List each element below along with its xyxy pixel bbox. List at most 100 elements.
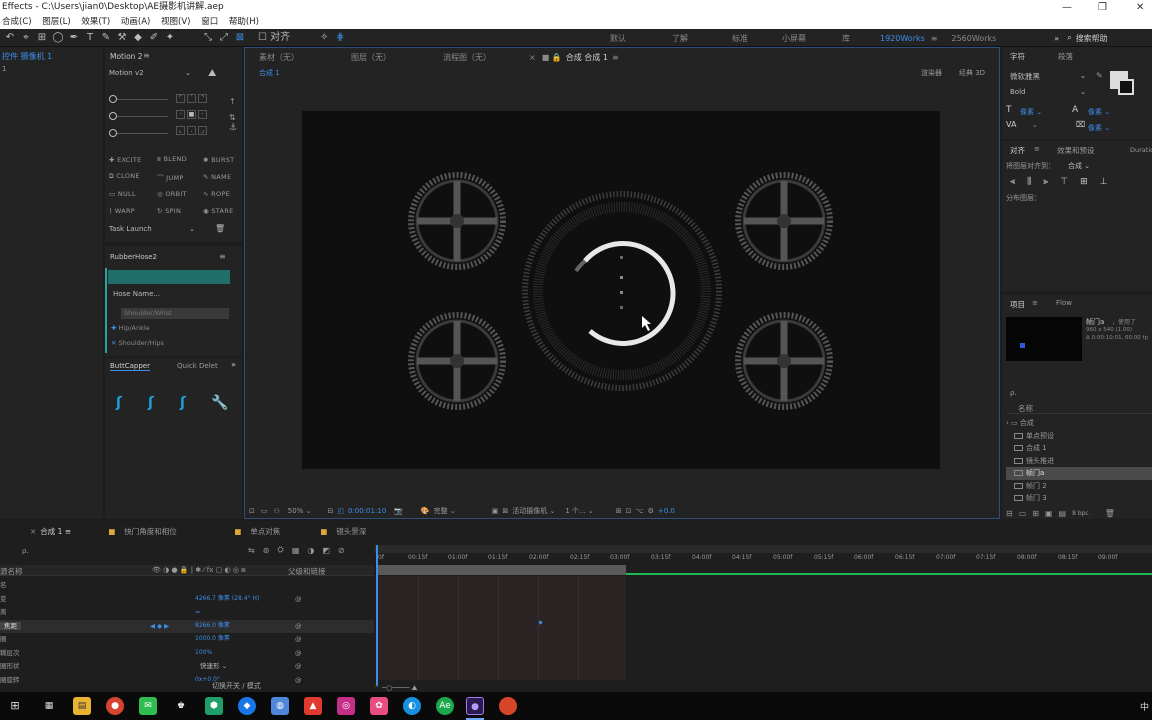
- quality-dropdown[interactable]: 完整 ⌄: [434, 506, 456, 516]
- close-icon[interactable]: ×: [529, 53, 536, 62]
- hose-name-field[interactable]: Hose Name...: [113, 290, 228, 301]
- monitor-icon[interactable]: ▭: [261, 507, 268, 515]
- keyframe-area[interactable]: [378, 576, 626, 680]
- wrench-icon[interactable]: 🔧: [211, 395, 228, 411]
- app-circle-icon[interactable]: Ae: [436, 697, 454, 715]
- footage-tab[interactable]: 素材（无）: [259, 52, 351, 63]
- property-row[interactable]: 圈旋转 0x+0.0° @: [0, 674, 374, 688]
- draft-3d-icon[interactable]: ⊛: [263, 546, 270, 555]
- work-area-bar[interactable]: [374, 545, 1152, 553]
- search-help-field[interactable]: 搜索帮助: [1076, 33, 1108, 44]
- project-row[interactable]: 帧门 3: [1006, 492, 1152, 505]
- transparency-icon[interactable]: ⊠: [502, 507, 508, 515]
- minimize-button[interactable]: —: [1062, 0, 1072, 15]
- app-red-icon[interactable]: ▲: [304, 697, 322, 715]
- file-explorer-icon[interactable]: ▤: [73, 697, 91, 715]
- grid-icon[interactable]: ◰: [337, 507, 344, 515]
- project-row[interactable]: › ▭ 合成: [1006, 417, 1152, 430]
- cap-round-icon[interactable]: ʃ: [148, 395, 154, 411]
- overflow-icon[interactable]: »: [231, 360, 236, 369]
- menu-layer[interactable]: 图层(L): [42, 17, 70, 27]
- slider-3[interactable]: [109, 129, 168, 137]
- camera-tool-icon[interactable]: ⌖: [20, 32, 32, 44]
- flow-tab[interactable]: Flow: [1056, 299, 1072, 307]
- close-button[interactable]: ✕: [1136, 0, 1144, 15]
- mask-icon[interactable]: ⚇: [274, 507, 280, 515]
- timeline-tab-shutter[interactable]: 快门角度和相位: [124, 526, 234, 537]
- app-blue-icon[interactable]: ◍: [271, 697, 289, 715]
- project-row-selected[interactable]: 帧门a: [1006, 467, 1152, 480]
- exposure-value[interactable]: +0.0: [658, 507, 675, 515]
- buttcapper-tab[interactable]: ButtCapper: [110, 362, 150, 371]
- new-comp-icon[interactable]: ⊞: [1032, 509, 1039, 518]
- cap-butt-icon[interactable]: ʃ: [116, 395, 122, 411]
- menu-effect[interactable]: 效果(T): [81, 17, 110, 27]
- font-size-field[interactable]: 像素 ⌄: [1020, 107, 1042, 117]
- slider-2[interactable]: [109, 112, 168, 120]
- preview-icon[interactable]: ⊡: [249, 507, 255, 515]
- project-col-name[interactable]: 名称: [1006, 403, 1152, 414]
- time-ruler[interactable]: 0f 00:15f 01:00f 01:15f 02:00f 02:15f 03…: [374, 553, 1152, 565]
- new-folder-icon[interactable]: ▭: [1019, 509, 1027, 518]
- eyedropper-icon[interactable]: ✎: [1096, 71, 1103, 80]
- viewer-breadcrumb[interactable]: 合成 1: [259, 68, 280, 78]
- safe-zone-icon[interactable]: ⊟: [327, 507, 333, 515]
- flowchart-icon[interactable]: ⌥: [636, 507, 644, 515]
- excite-button[interactable]: ✚ EXCITE: [109, 156, 157, 164]
- hip-ankle-option[interactable]: ✚ Hip/Ankle: [111, 324, 150, 332]
- brush-tool-icon[interactable]: ✎: [100, 32, 112, 44]
- leading-field[interactable]: 像素 ⌄: [1088, 107, 1110, 117]
- workspace-menu-icon[interactable]: ≡: [931, 34, 938, 43]
- motion-blur-icon[interactable]: ◑: [307, 546, 314, 555]
- timecode[interactable]: 0:00:01:10: [348, 507, 386, 515]
- frame-blend-icon[interactable]: ▦: [292, 546, 300, 555]
- font-style-dropdown[interactable]: Bold ⌄: [1010, 88, 1086, 96]
- rubberhose-menu-icon[interactable]: ≡: [219, 252, 226, 261]
- property-row[interactable]: 圈形状 快速形 ⌄ @: [0, 660, 374, 674]
- viewer-menu-icon[interactable]: ≡: [612, 53, 619, 62]
- font-family-dropdown[interactable]: 微软雅黑 ⌄: [1010, 71, 1086, 82]
- interpret-icon[interactable]: ⊟: [1006, 509, 1013, 518]
- null-button[interactable]: ▭ NULL: [109, 190, 157, 198]
- qq-icon[interactable]: ♚: [172, 697, 190, 715]
- align-checkbox[interactable]: ☐ 对齐: [258, 32, 290, 44]
- anchor-icon[interactable]: ⚓: [229, 123, 237, 133]
- view-axis-icon[interactable]: ⊠: [234, 32, 246, 44]
- bit-depth[interactable]: 8 bpc: [1072, 510, 1089, 517]
- menu-window[interactable]: 窗口: [201, 17, 218, 27]
- local-axis-icon[interactable]: ⤡: [202, 32, 214, 44]
- tracking-field[interactable]: 像素 ⌄: [1088, 123, 1110, 133]
- timeline-search[interactable]: ρ.: [22, 547, 172, 555]
- lock-icon[interactable]: ■ 🔒: [542, 53, 562, 62]
- property-row[interactable]: 圈 1000.0 像素 @: [0, 633, 374, 647]
- property-row-selected[interactable]: 焦距 ◀ ◆ ▶ 8266.0 像素 @: [0, 619, 374, 633]
- shy-icon[interactable]: ⛭: [277, 545, 283, 555]
- grid-snap-icon[interactable]: ⋕: [334, 32, 346, 44]
- powerpoint-icon[interactable]: [499, 697, 517, 715]
- settings-icon[interactable]: ▣: [1045, 509, 1053, 518]
- composition-tab[interactable]: 合成 合成 1: [566, 52, 608, 63]
- menu-composition[interactable]: 合成(C): [2, 17, 32, 27]
- project-row[interactable]: 单点预设: [1006, 430, 1152, 443]
- workspace-library[interactable]: 库: [842, 33, 850, 44]
- align-vcenter-icon[interactable]: ⊞: [1080, 177, 1088, 187]
- project-row[interactable]: 镜头推进: [1006, 455, 1152, 468]
- property-row[interactable]: 糊层次 100% @: [0, 647, 374, 661]
- edge-icon[interactable]: ◆: [238, 697, 256, 715]
- warp-button[interactable]: ⌇ WARP: [109, 207, 157, 215]
- project-row[interactable]: 合成 1: [1006, 442, 1152, 455]
- cap-square-icon[interactable]: ʃ: [180, 395, 186, 411]
- puppet-tool-icon[interactable]: ✦: [164, 32, 176, 44]
- workspace-default[interactable]: 默认: [610, 33, 626, 44]
- align-top-icon[interactable]: ⊤: [1060, 177, 1068, 187]
- workspace-2560[interactable]: 2560Works: [952, 34, 997, 43]
- rotate-tool-icon[interactable]: ↶: [4, 32, 16, 44]
- stroke-color-swatch[interactable]: [1118, 79, 1134, 95]
- camera-dropdown[interactable]: 活动摄像机 ⌄: [512, 506, 555, 516]
- app-green-icon[interactable]: ⬢: [205, 697, 223, 715]
- workspace-1920[interactable]: 1920Works: [880, 34, 925, 43]
- pan-behind-icon[interactable]: ⊞: [36, 32, 48, 44]
- project-search[interactable]: ρ.: [1010, 389, 1017, 397]
- app-pink-icon[interactable]: ◎: [337, 697, 355, 715]
- timeline-tab-dof[interactable]: 镜头景深: [336, 526, 366, 537]
